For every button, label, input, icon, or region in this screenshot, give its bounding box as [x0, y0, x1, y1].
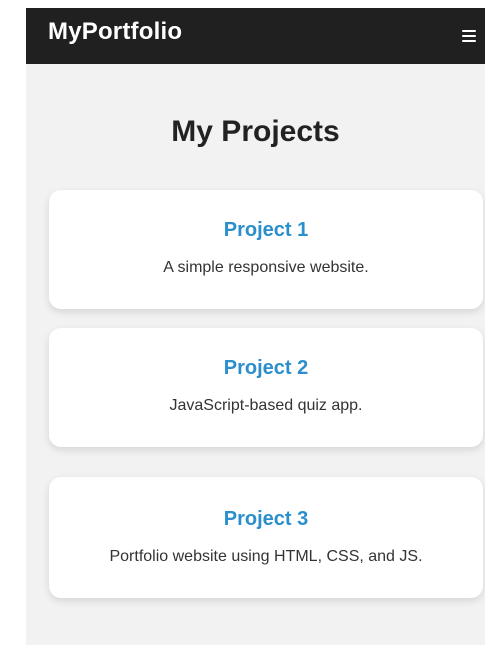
hamburger-menu-icon: [462, 30, 476, 42]
project-card-1[interactable]: Project 1 A simple responsive website.: [49, 190, 483, 309]
project-description: Portfolio website using HTML, CSS, and J…: [109, 548, 423, 565]
project-card-2[interactable]: Project 2 JavaScript-based quiz app.: [49, 328, 483, 447]
project-title: Project 2: [223, 357, 309, 379]
project-card-3[interactable]: Project 3 Portfolio website using HTML, …: [49, 477, 483, 598]
main-content: My Projects Project 1 A simple responsiv…: [26, 112, 485, 598]
project-title: Project 1: [223, 219, 309, 241]
app-viewport: MyPortfolio My Projects Project 1 A simp…: [26, 8, 485, 645]
navbar: MyPortfolio: [26, 8, 485, 64]
projects-list: Project 1 A simple responsive website. P…: [26, 190, 485, 598]
menu-button[interactable]: [458, 25, 480, 47]
page-title: My Projects: [171, 115, 340, 148]
project-description: JavaScript-based quiz app.: [169, 397, 363, 414]
project-title: Project 3: [223, 508, 309, 530]
project-description: A simple responsive website.: [163, 259, 369, 276]
brand-logo[interactable]: MyPortfolio: [48, 18, 182, 46]
